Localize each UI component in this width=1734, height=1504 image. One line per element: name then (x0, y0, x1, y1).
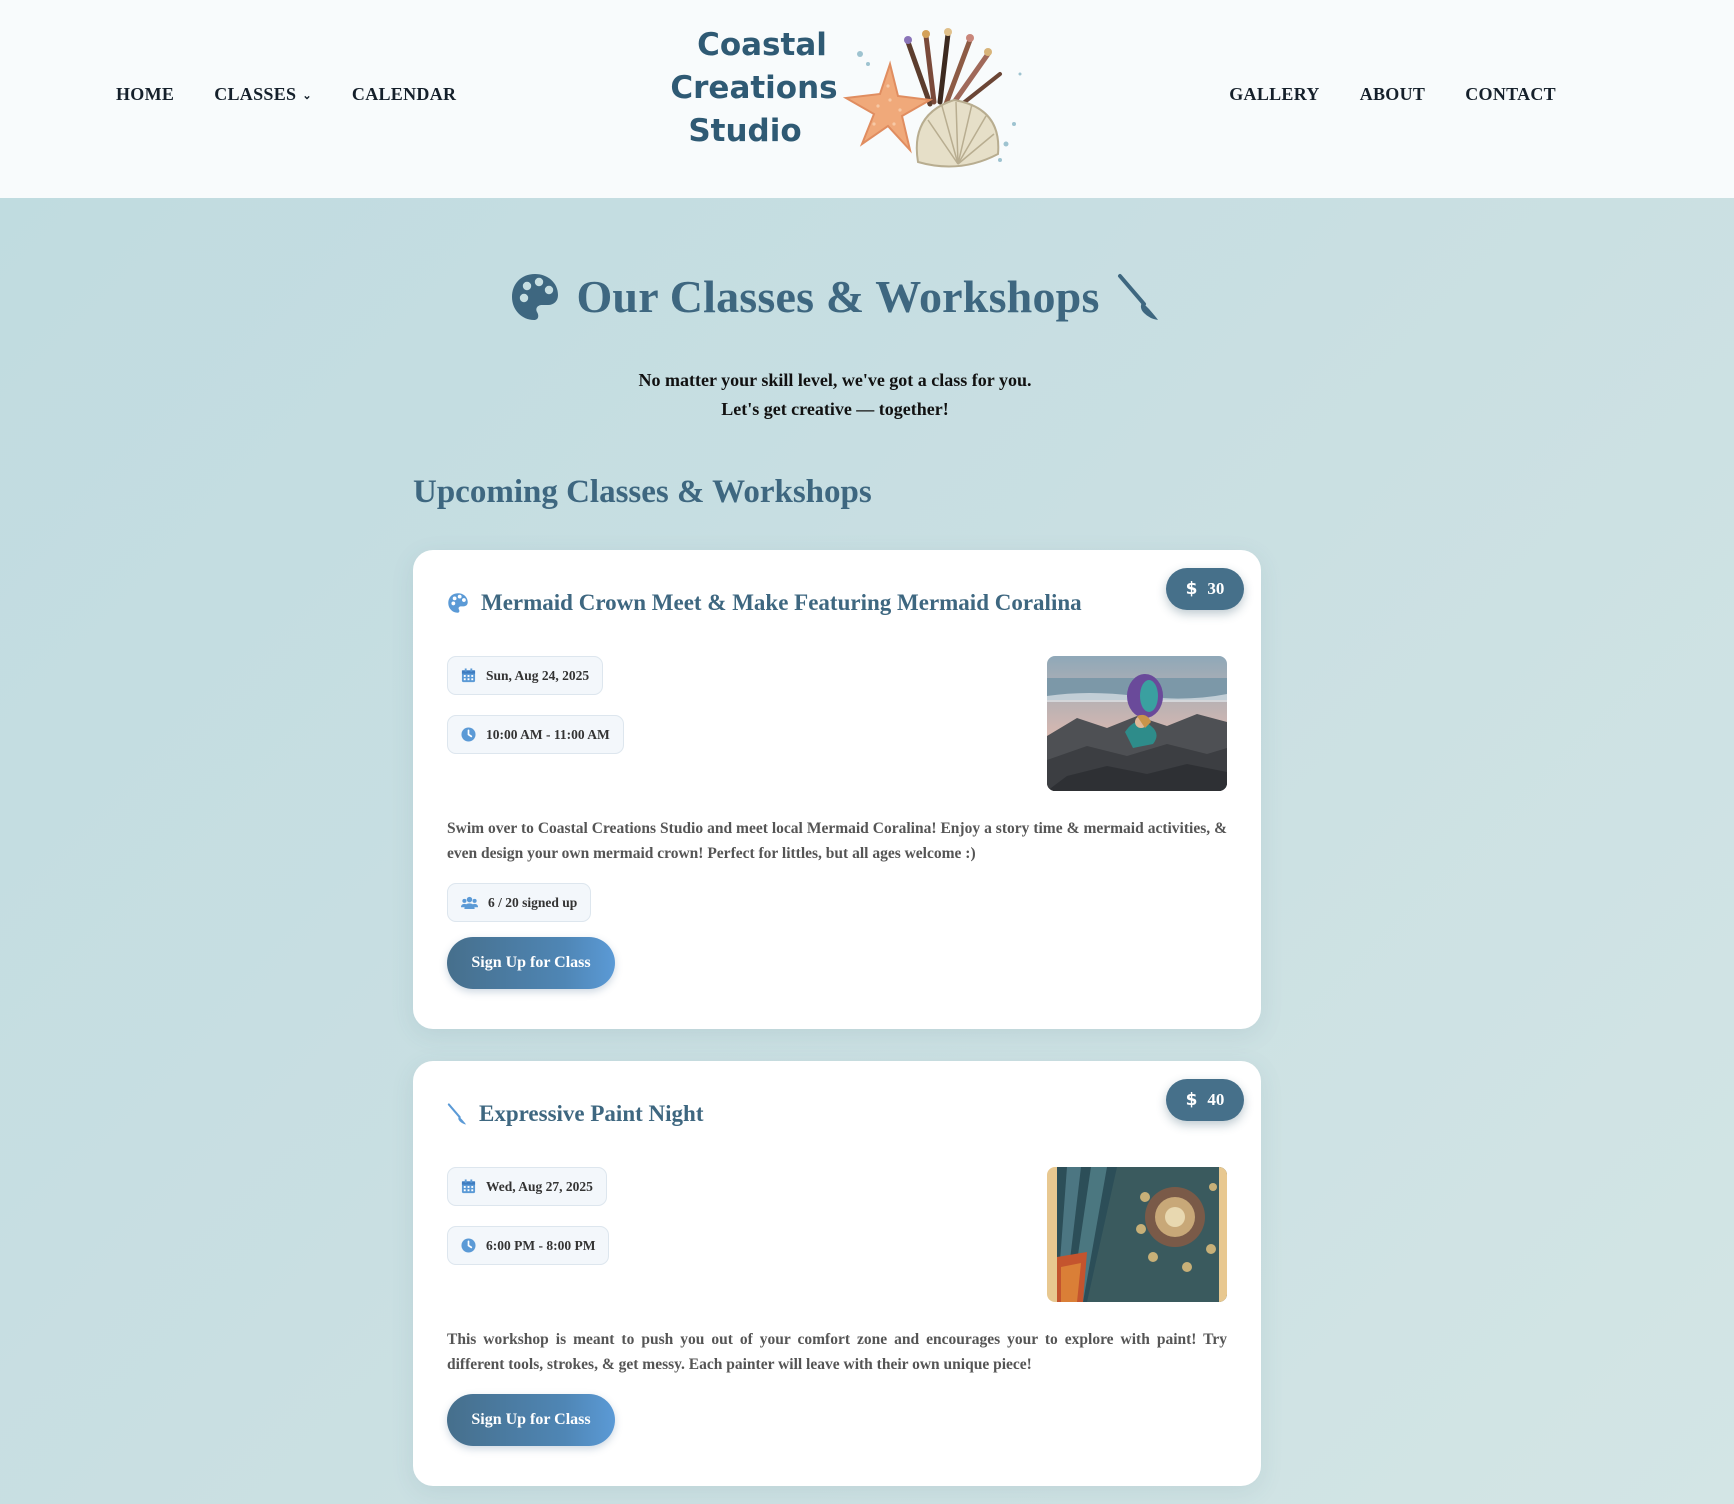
nav-contact[interactable]: CONTACT (1465, 84, 1556, 105)
section-title: Upcoming Classes & Workshops (413, 474, 872, 510)
class-image (1047, 1167, 1227, 1302)
nav-left: HOME CLASSES ⌄ CALENDAR (116, 84, 456, 105)
clock-icon (461, 1238, 476, 1253)
price-badge: $ 40 (1166, 1079, 1244, 1121)
hero-subtitle-line-1: No matter your skill level, we've got a … (638, 370, 1032, 390)
palette-icon (512, 273, 559, 320)
logo-line-3: Studio (688, 113, 802, 149)
nav-classes[interactable]: CLASSES ⌄ (214, 84, 312, 105)
class-title-row: Expressive Paint Night (447, 1101, 703, 1127)
logo-wordmark: Coastal Creations Studio (650, 24, 840, 153)
site-logo[interactable]: Coastal Creations Studio (650, 24, 1030, 180)
time-pill: 10:00 AM - 11:00 AM (447, 715, 624, 754)
nav-home[interactable]: HOME (116, 84, 174, 105)
nav-about[interactable]: ABOUT (1360, 84, 1426, 105)
capacity-count: 6 / 20 signed up (488, 894, 578, 910)
users-icon (461, 896, 478, 909)
nav-gallery[interactable]: GALLERY (1229, 84, 1319, 105)
starfish-shell-brushes-icon (842, 28, 1022, 168)
class-card: $ 30 Mermaid Crown Meet & Make Featuring… (413, 550, 1261, 1029)
price-value: 40 (1207, 1090, 1225, 1109)
dollar-icon: $ (1185, 1090, 1198, 1110)
site-header: HOME CLASSES ⌄ CALENDAR Coastal Creation… (0, 0, 1734, 198)
class-title: Mermaid Crown Meet & Make Featuring Merm… (481, 590, 1082, 615)
price-value: 30 (1207, 579, 1225, 598)
calendar-icon (461, 668, 476, 683)
logo-line-2: Creations (670, 70, 838, 106)
class-time: 10:00 AM - 11:00 AM (486, 726, 610, 742)
paintbrush-icon (447, 1103, 467, 1125)
chevron-down-icon: ⌄ (302, 90, 312, 102)
sign-up-button[interactable]: Sign Up for Class (447, 937, 615, 989)
dollar-icon: $ (1185, 579, 1198, 599)
class-description: This workshop is meant to push you out o… (447, 1331, 1227, 1373)
time-pill: 6:00 PM - 8:00 PM (447, 1226, 610, 1265)
capacity-pill: 6 / 20 signed up (447, 883, 592, 922)
calendar-icon (461, 1179, 476, 1194)
logo-line-1: Coastal (697, 27, 827, 63)
nav-calendar[interactable]: CALENDAR (352, 84, 456, 105)
class-title: Expressive Paint Night (479, 1101, 704, 1126)
nav-right: GALLERY ABOUT CONTACT (1229, 84, 1556, 105)
price-badge: $ 30 (1166, 568, 1244, 610)
page-title: Our Classes & Workshops (576, 271, 1100, 322)
date-pill: Sun, Aug 24, 2025 (447, 656, 604, 695)
class-time: 6:00 PM - 8:00 PM (486, 1237, 596, 1253)
class-title-row: Mermaid Crown Meet & Make Featuring Merm… (447, 590, 1082, 616)
date-pill: Wed, Aug 27, 2025 (447, 1167, 607, 1206)
class-description: Swim over to Coastal Creations Studio an… (447, 820, 1227, 862)
hero-title-row: Our Classes & Workshops (0, 270, 1670, 323)
clock-icon (461, 727, 476, 742)
hero-subtitle-line-2: Let's get creative — together! (721, 399, 949, 419)
class-date: Sun, Aug 24, 2025 (486, 667, 590, 683)
paintbrush-icon (1117, 273, 1158, 320)
class-card: $ 40 Expressive Paint Night Wed, Aug 27,… (413, 1061, 1261, 1486)
class-date: Wed, Aug 27, 2025 (486, 1178, 593, 1194)
class-image (1047, 656, 1227, 791)
palette-icon (448, 593, 468, 613)
sign-up-button[interactable]: Sign Up for Class (447, 1394, 615, 1446)
hero-subtitle: No matter your skill level, we've got a … (0, 366, 1670, 424)
nav-classes-label: CLASSES (214, 84, 297, 104)
